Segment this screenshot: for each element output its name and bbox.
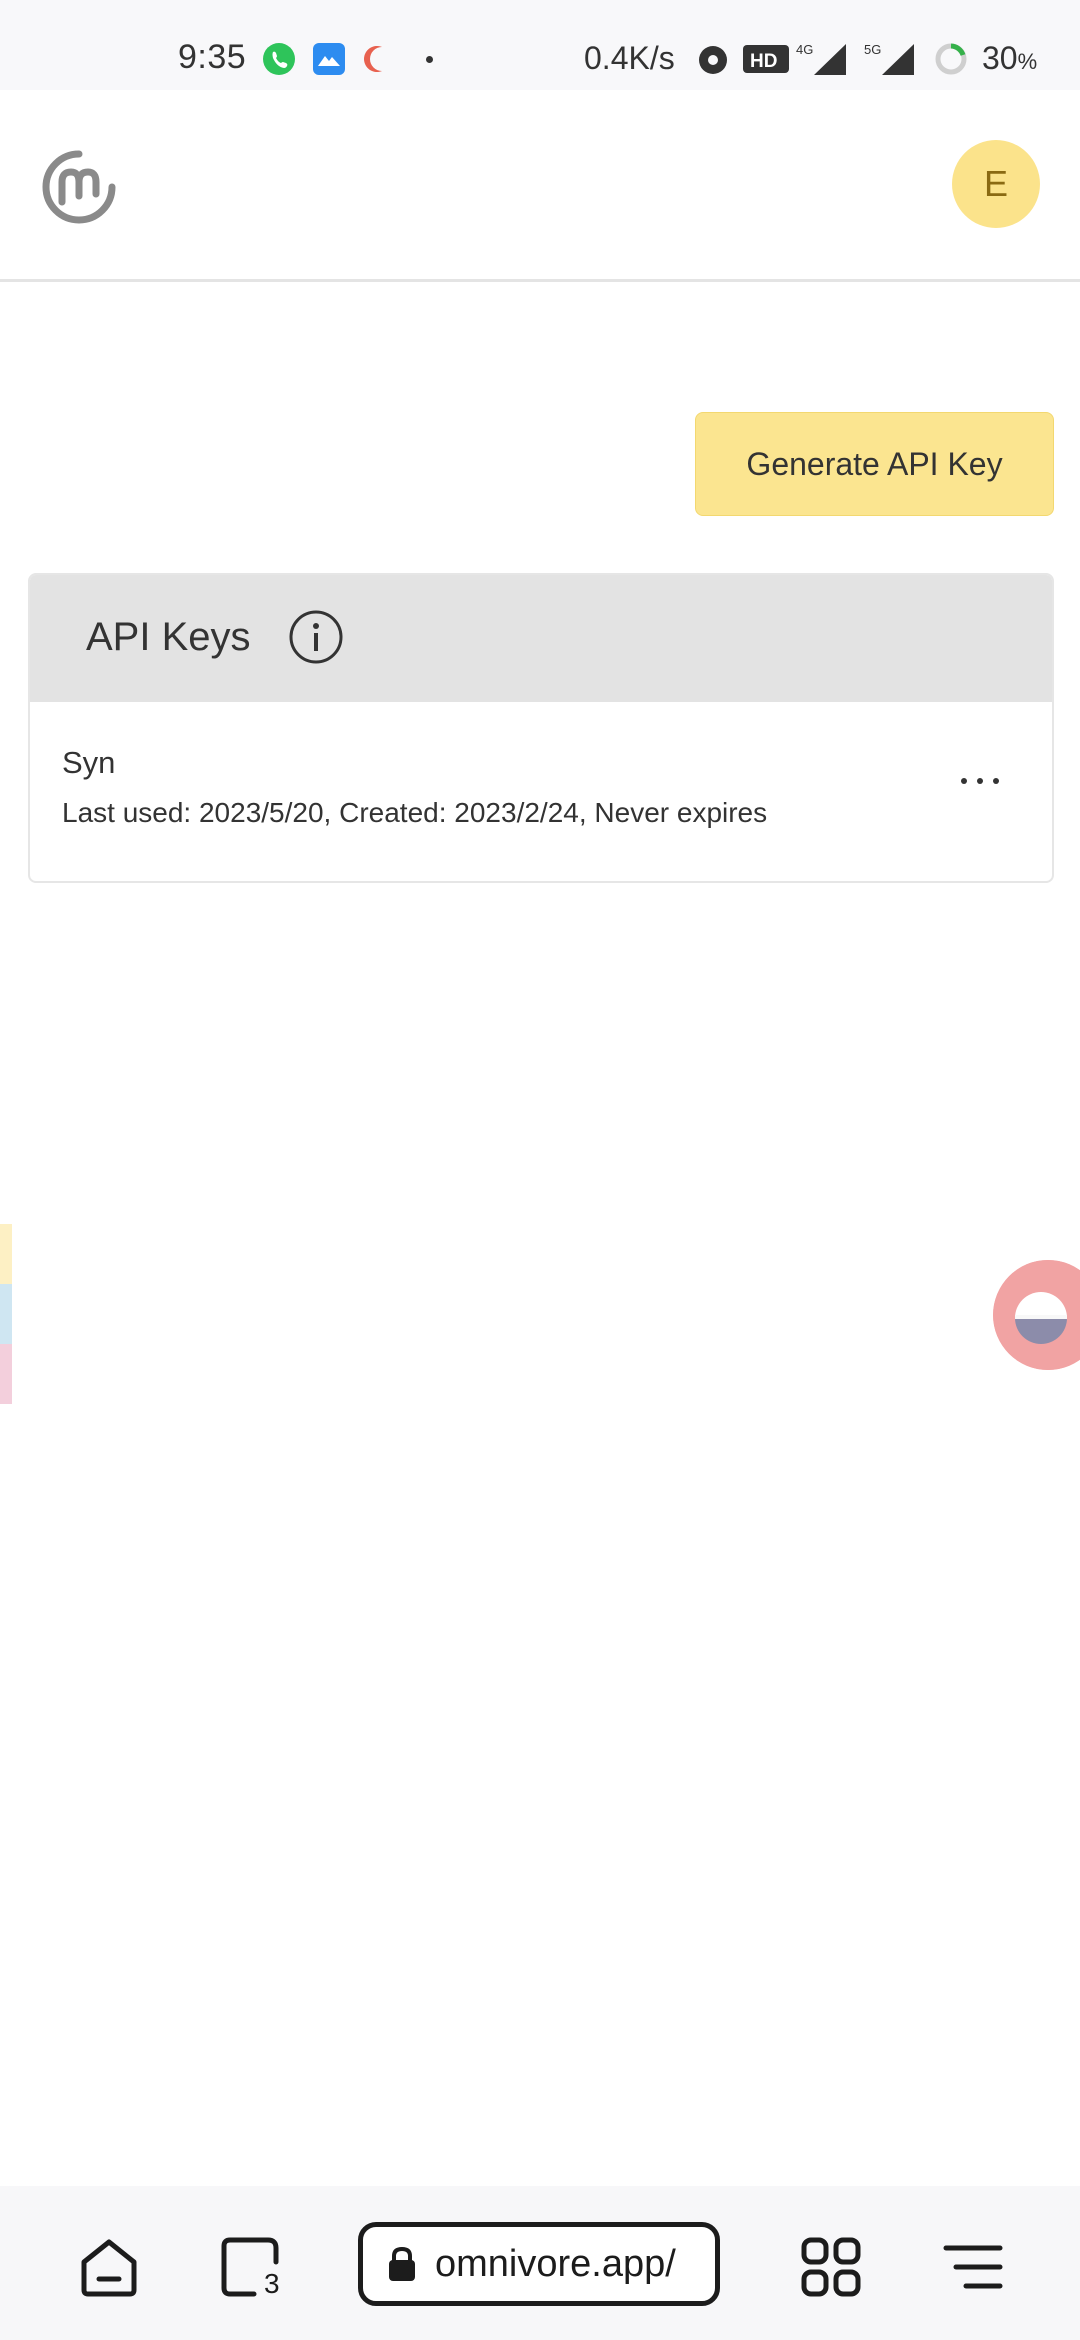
battery-level: 30%	[982, 40, 1038, 76]
alarm-icon	[699, 46, 727, 74]
network-speed: 0.4K/s	[584, 40, 675, 76]
notification-dot	[426, 56, 433, 63]
tabs-button[interactable]: 3	[218, 2234, 288, 2304]
svg-text:5G: 5G	[864, 42, 881, 57]
battery-ring-icon	[935, 43, 967, 75]
app-header: E	[0, 90, 1080, 282]
apps-grid-icon[interactable]	[798, 2234, 864, 2300]
floating-assistant-icon[interactable]	[993, 1260, 1080, 1370]
browser-bottom-bar: 3 omnivore.app/	[0, 2186, 1080, 2340]
moon-app-icon	[364, 46, 382, 72]
signal-4g-icon: 4G	[796, 42, 846, 75]
menu-icon[interactable]	[940, 2234, 1006, 2300]
svg-text:HD: HD	[750, 51, 777, 72]
api-keys-card: API Keys Syn Last used: 2023/5/20, Creat…	[28, 573, 1054, 883]
api-keys-header: API Keys	[30, 575, 1052, 702]
generate-api-key-button[interactable]: Generate API Key	[695, 412, 1054, 516]
api-keys-title: API Keys	[86, 615, 251, 659]
signal-5g-icon: 5G	[864, 42, 914, 75]
url-text: omnivore.app/	[435, 2242, 676, 2285]
svg-text:4G: 4G	[796, 42, 813, 57]
api-key-meta: Last used: 2023/5/20, Created: 2023/2/24…	[62, 797, 768, 828]
info-icon[interactable]	[288, 609, 344, 665]
user-avatar[interactable]: E	[952, 140, 1040, 228]
lock-icon	[389, 2246, 415, 2281]
phone-app-icon	[263, 43, 295, 75]
omnivore-logo-icon[interactable]	[40, 148, 118, 226]
url-bar[interactable]: omnivore.app/	[358, 2222, 720, 2306]
tab-count: 3	[264, 2268, 280, 2299]
api-key-name: Syn	[62, 745, 116, 780]
cloud-app-icon	[313, 43, 345, 75]
edge-color-strip[interactable]	[0, 1224, 12, 1404]
more-options-icon[interactable]	[950, 761, 1010, 801]
home-icon[interactable]	[76, 2234, 142, 2300]
status-bar: 9:35 0.4K/s HD 4G 5G 30%	[0, 0, 1080, 90]
status-time: 9:35	[178, 38, 247, 76]
hd-icon: HD	[743, 45, 789, 73]
